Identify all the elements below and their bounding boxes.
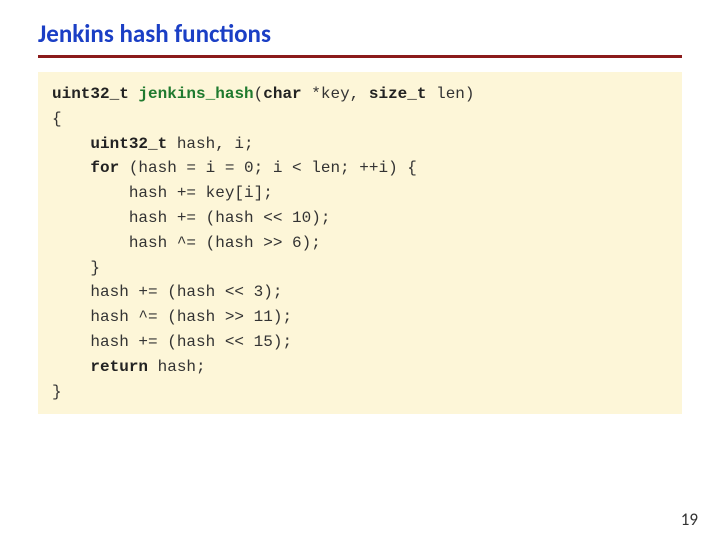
code-line: } <box>52 259 100 277</box>
code-text: (hash = i = 0; i < len; ++i) { <box>119 159 417 177</box>
code-line: hash ^= (hash >> 11); <box>52 308 292 326</box>
code-text: *key, <box>302 85 369 103</box>
code-line: { <box>52 110 62 128</box>
code-line: } <box>52 383 62 401</box>
code-line: hash += (hash << 10); <box>52 209 330 227</box>
code-line: hash += (hash << 15); <box>52 333 292 351</box>
keyword-uint32: uint32_t <box>90 135 167 153</box>
code-text: hash; <box>148 358 206 376</box>
slide-title: Jenkins hash functions <box>38 18 682 49</box>
code-text <box>52 135 90 153</box>
code-block: uint32_t jenkins_hash(char *key, size_t … <box>38 72 682 414</box>
keyword-for: for <box>90 159 119 177</box>
code-line: hash += (hash << 3); <box>52 283 282 301</box>
code-text <box>52 358 90 376</box>
code-line: hash += key[i]; <box>52 184 273 202</box>
slide-container: Jenkins hash functions uint32_t jenkins_… <box>0 0 720 540</box>
code-line: hash ^= (hash >> 6); <box>52 234 321 252</box>
keyword-sizet: size_t <box>369 85 427 103</box>
keyword-char: char <box>263 85 301 103</box>
code-text: hash, i; <box>167 135 253 153</box>
code-text: ( <box>254 85 264 103</box>
keyword-return: return <box>90 358 148 376</box>
function-name: jenkins_hash <box>138 85 253 103</box>
title-divider <box>38 55 682 58</box>
keyword-uint32-return: uint32_t <box>52 85 129 103</box>
code-text: len) <box>426 85 474 103</box>
page-number: 19 <box>681 509 698 530</box>
code-text <box>52 159 90 177</box>
